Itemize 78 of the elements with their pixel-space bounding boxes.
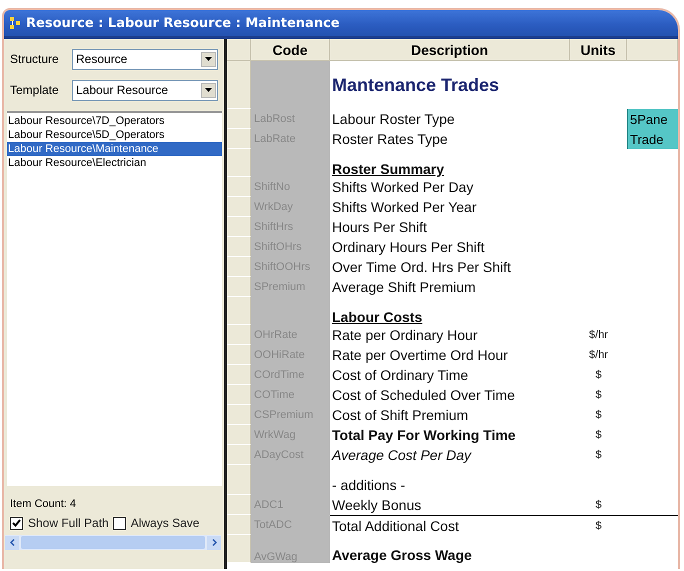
row-header[interactable]	[227, 237, 251, 257]
row-label: Roster Rates Type	[332, 131, 448, 147]
column-header[interactable]: Units	[570, 39, 627, 61]
app-icon	[10, 17, 20, 29]
template-dropdown[interactable]: Labour Resource	[72, 80, 218, 100]
unit-label: $	[595, 449, 602, 461]
list-item[interactable]: Labour Resource\Electrician	[7, 156, 222, 170]
unit-label: $	[595, 429, 602, 441]
row-label: Average Cost Per Day	[332, 447, 472, 463]
row-label: Rate per Overtime Ord Hour	[332, 347, 508, 363]
value-field[interactable]: Trade	[627, 129, 678, 149]
list-item[interactable]: Labour Resource\7D_Operators	[7, 114, 222, 128]
checkmark-icon	[12, 519, 21, 527]
row-label: - additions -	[332, 477, 406, 495]
row-label: Weekly Bonus	[332, 497, 422, 513]
unit-label: $	[595, 520, 602, 532]
row-header[interactable]	[227, 197, 251, 217]
section-title: Mantenance Trades	[332, 74, 500, 96]
row-label: Rate per Ordinary Hour	[332, 327, 478, 343]
row-header[interactable]	[227, 465, 251, 495]
row-header[interactable]	[227, 129, 251, 149]
row-label: Cost of Scheduled Over Time	[332, 387, 515, 403]
row-label: Total Pay For Working Time	[332, 427, 516, 443]
unit-label: $/hr	[589, 329, 608, 341]
item-count: Item Count: 4	[10, 498, 78, 510]
checkbox[interactable]	[112, 516, 126, 530]
row-header[interactable]	[227, 277, 251, 297]
row-header[interactable]	[227, 445, 251, 465]
scroll-thumb[interactable]	[21, 536, 205, 549]
scroll-right-icon[interactable]	[207, 536, 221, 550]
row-header[interactable]	[227, 109, 251, 129]
unit-label: $	[595, 499, 602, 511]
row-label: Ordinary Hours Per Shift	[332, 239, 484, 255]
row-label: Labour Roster Type	[332, 111, 455, 127]
row-label: Cost of Ordinary Time	[332, 367, 468, 383]
unit-label: $/hr	[589, 349, 608, 361]
row-header[interactable]	[227, 61, 251, 109]
checkbox-label[interactable]: Always Save	[130, 516, 200, 530]
row-header[interactable]	[227, 297, 251, 325]
scroll-left-icon[interactable]	[5, 536, 19, 550]
row-header[interactable]	[227, 217, 251, 237]
row-header[interactable]	[227, 515, 251, 535]
section-heading: Roster Summary	[332, 161, 444, 177]
row-label: Shifts Worked Per Day	[332, 179, 474, 195]
list-item[interactable]: Labour Resource\Maintenance	[7, 142, 222, 156]
column-header[interactable]: Code	[251, 39, 330, 61]
section-heading: Labour Costs	[332, 309, 422, 325]
section-heading: Average Gross Wage	[332, 547, 472, 563]
row-header[interactable]	[227, 535, 251, 563]
row-header[interactable]	[227, 325, 251, 345]
row-label: Cost of Shift Premium	[332, 407, 468, 423]
row-header[interactable]	[227, 495, 251, 515]
row-header[interactable]	[227, 425, 251, 445]
row-header[interactable]	[227, 257, 251, 277]
structure-label: Structure	[10, 52, 60, 66]
unit-label: $	[595, 389, 602, 401]
row-label: Total Additional Cost	[332, 518, 459, 534]
row-header[interactable]	[227, 345, 251, 365]
row-label: Over Time Ord. Hrs Per Shift	[332, 259, 511, 275]
row-label: Shifts Worked Per Year	[332, 199, 476, 215]
column-header[interactable]: Description	[330, 39, 570, 61]
unit-label: $	[595, 409, 602, 421]
row-label: Average Shift Premium	[332, 279, 476, 295]
template-label: Template	[10, 83, 60, 97]
unit-label: $	[595, 369, 602, 381]
row-header[interactable]	[227, 149, 251, 177]
value-field[interactable]: 5Pane	[627, 109, 678, 129]
window-title: Resource : Labour Resource : Maintenance	[26, 16, 340, 30]
row-header[interactable]	[227, 385, 251, 405]
row-label: Hours Per Shift	[332, 219, 427, 235]
row-header[interactable]	[227, 405, 251, 425]
row-header[interactable]	[227, 177, 251, 197]
checkbox-label[interactable]: Show Full Path	[28, 516, 109, 530]
checkbox[interactable]	[10, 516, 23, 530]
structure-dropdown[interactable]: Resource	[72, 48, 218, 70]
horizontal-scrollbar[interactable]	[5, 535, 221, 550]
row-header[interactable]	[227, 365, 251, 385]
list-item[interactable]: Labour Resource\5D_Operators	[7, 128, 222, 142]
